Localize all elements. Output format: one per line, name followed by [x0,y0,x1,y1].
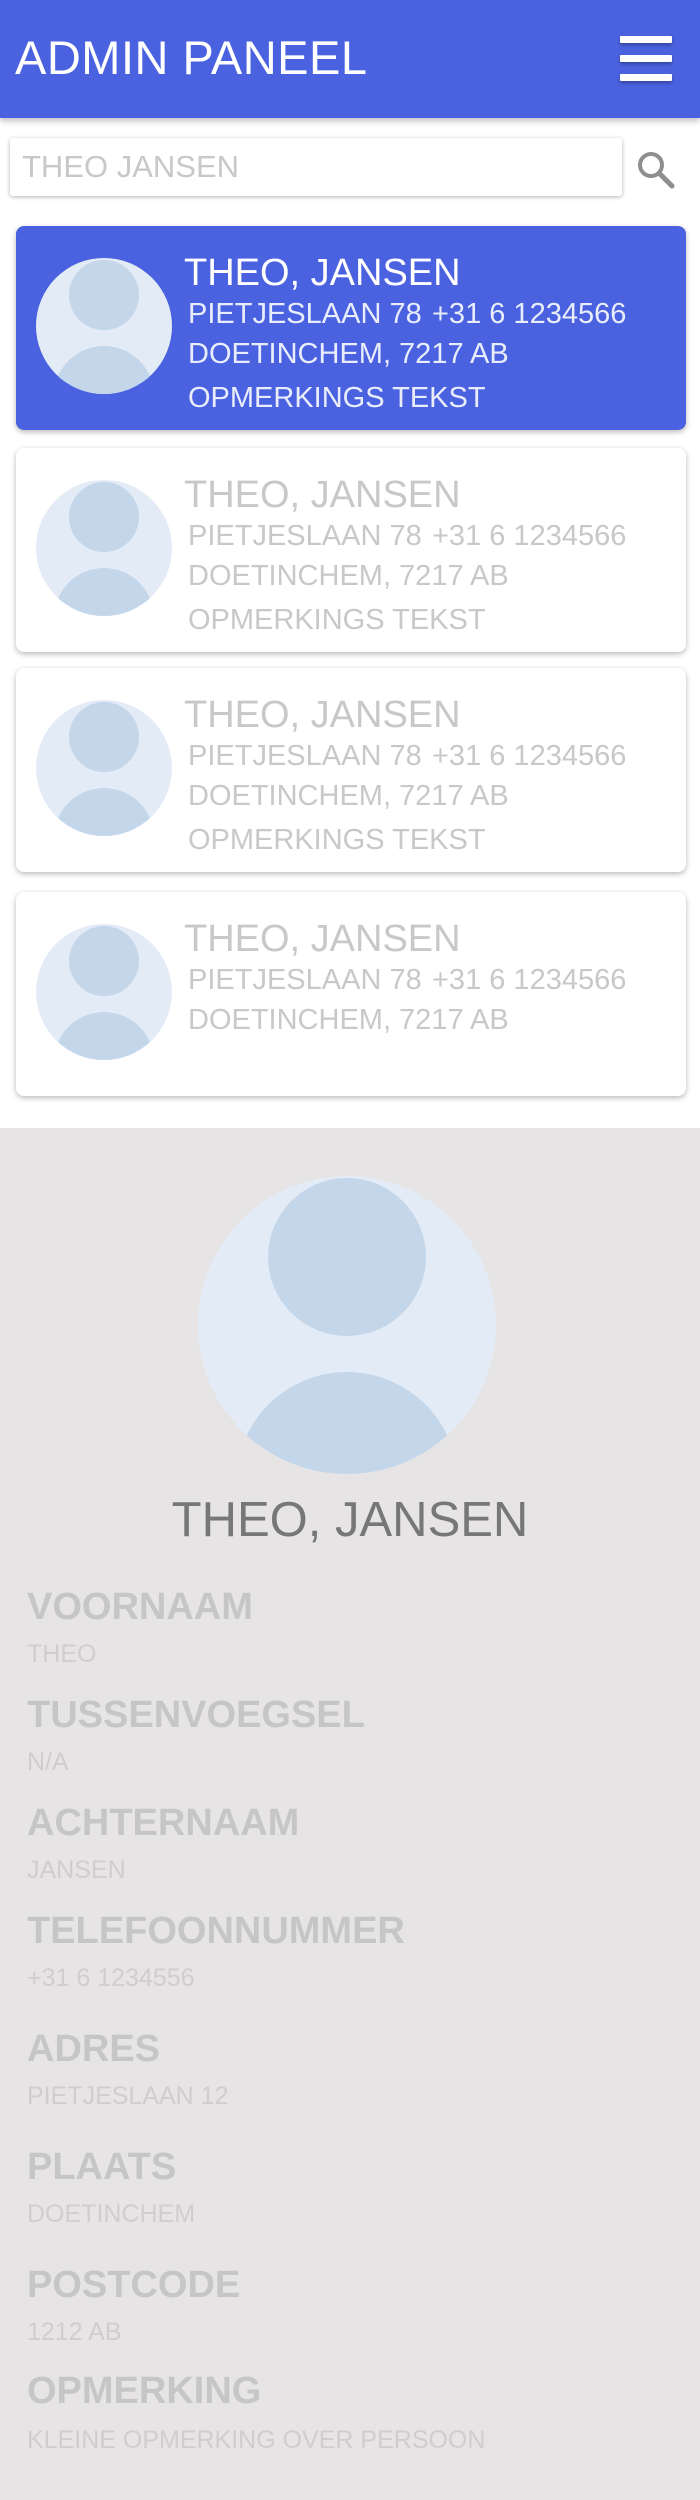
contact-street: PIETJESLAAN 78 [188,298,422,330]
contact-name: THEO, JANSEN [184,474,461,516]
contact-note: OPMERKINGS TEKST [188,382,486,414]
contact-city: DOETINCHEM, 7217 AB [188,1004,509,1036]
contact-card[interactable]: THEO, JANSEN PIETJESLAAN 78 +31 6 123456… [16,226,686,430]
search-icon[interactable] [636,150,676,190]
contact-city: DOETINCHEM, 7217 AB [188,560,509,592]
contact-name: THEO, JANSEN [184,694,461,736]
contact-name: THEO, JANSEN [184,252,461,294]
app-title: ADMIN PANEEL [15,31,368,84]
contact-card[interactable]: THEO, JANSEN PIETJESLAAN 78 +31 6 123456… [16,448,686,652]
contact-street: PIETJESLAAN 78 [188,520,422,552]
search-input[interactable] [10,138,622,196]
contact-phone: +31 6 1234566 [432,298,627,330]
contact-card[interactable]: THEO, JANSEN PIETJESLAAN 78 +31 6 123456… [16,892,686,1096]
field-value-achternaam: JANSEN [27,1856,126,1884]
avatar [36,700,172,836]
field-label-opmerking: OPMERKING [27,2370,262,2412]
app-header: ADMIN PANEEL [0,0,700,118]
contact-note: OPMERKINGS TEKST [188,824,486,856]
detail-name: THEO, JANSEN [171,1493,529,1547]
contact-note: OPMERKINGS TEKST [188,604,486,636]
contact-detail-panel: THEO, JANSEN VOORNAAM THEO TUSSENVOEGSEL… [0,1128,700,2500]
avatar [36,480,172,616]
contact-phone: +31 6 1234566 [432,964,627,996]
contact-phone: +31 6 1234566 [432,520,627,552]
field-value-tussenvoegsel: N/A [27,1748,69,1776]
avatar [36,258,172,394]
field-value-opmerking: KLEINE OPMERKING OVER PERSOON [27,2426,486,2454]
field-value-telefoonnummer: +31 6 1234556 [27,1964,195,1992]
contact-street: PIETJESLAAN 78 [188,964,422,996]
avatar [36,924,172,1060]
field-value-postcode: 1212 AB [27,2318,122,2346]
contact-card[interactable]: THEO, JANSEN PIETJESLAAN 78 +31 6 123456… [16,668,686,872]
field-label-telefoonnummer: TELEFOONNUMMER [27,1910,405,1952]
contact-city: DOETINCHEM, 7217 AB [188,780,509,812]
field-label-achternaam: ACHTERNAAM [27,1802,300,1844]
search-bar [10,138,622,196]
avatar [198,1176,496,1474]
contact-street: PIETJESLAAN 78 [188,740,422,772]
field-label-postcode: POSTCODE [27,2264,241,2306]
field-value-plaats: DOETINCHEM [27,2200,196,2228]
field-label-voornaam: VOORNAAM [27,1586,253,1628]
contact-name: THEO, JANSEN [184,918,461,960]
field-label-adres: ADRES [27,2028,161,2070]
contact-phone: +31 6 1234566 [432,740,627,772]
contact-city: DOETINCHEM, 7217 AB [188,338,509,370]
field-value-voornaam: THEO [27,1640,97,1668]
field-label-plaats: PLAATS [27,2146,177,2188]
hamburger-menu-icon[interactable] [620,36,672,82]
field-value-adres: PIETJESLAAN 12 [27,2082,229,2110]
field-label-tussenvoegsel: TUSSENVOEGSEL [27,1694,365,1736]
